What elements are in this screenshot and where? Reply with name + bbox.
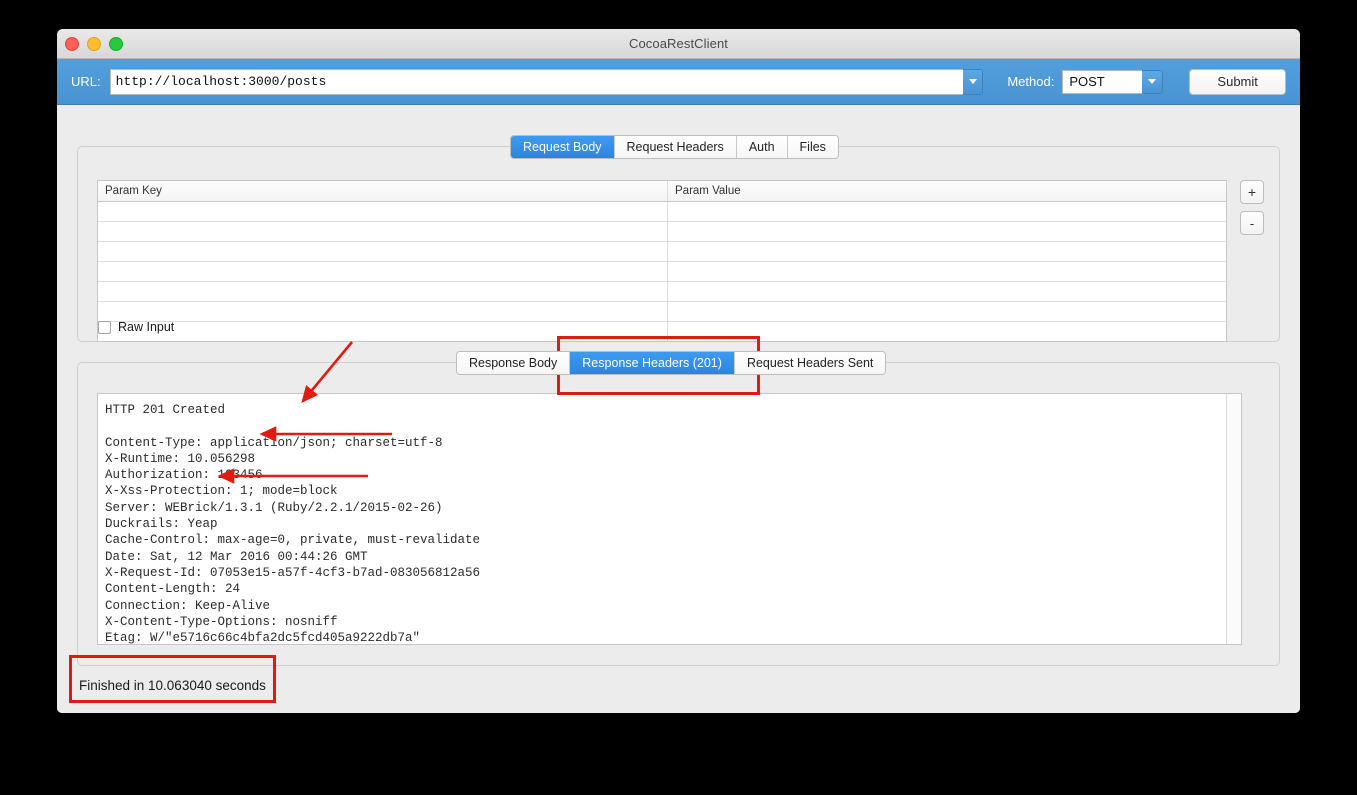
table-row[interactable] <box>98 302 1226 322</box>
table-row[interactable] <box>98 322 1226 341</box>
table-row[interactable] <box>98 282 1226 302</box>
response-tab-bar: Response Body Response Headers (201) Req… <box>456 351 887 375</box>
method-select-value: POST <box>1062 69 1143 94</box>
chevron-down-icon <box>968 79 977 84</box>
param-key-cell[interactable] <box>98 322 668 341</box>
param-value-cell[interactable] <box>668 242 1226 261</box>
param-key-cell[interactable] <box>98 222 668 241</box>
url-toolbar: URL: http://localhost:3000/posts Method:… <box>57 59 1300 105</box>
tab-request-body[interactable]: Request Body <box>511 136 615 158</box>
screen: CocoaRestClient URL: http://localhost:30… <box>0 0 1357 795</box>
response-scrollbar[interactable] <box>1226 394 1241 644</box>
response-headers-text: HTTP 201 Created Content-Type: applicati… <box>105 403 481 644</box>
param-key-cell[interactable] <box>98 262 668 281</box>
table-row[interactable] <box>98 242 1226 262</box>
request-panel: Param Key Param Value + - Raw Input <box>77 146 1280 342</box>
url-label: URL: <box>71 74 101 89</box>
tab-files[interactable]: Files <box>787 136 838 158</box>
url-input[interactable]: http://localhost:3000/posts <box>109 68 964 95</box>
table-row[interactable] <box>98 202 1226 222</box>
minimize-button[interactable] <box>87 36 101 51</box>
table-row[interactable] <box>98 222 1226 242</box>
column-header-param-value[interactable]: Param Value <box>668 181 1226 201</box>
param-key-cell[interactable] <box>98 242 668 261</box>
tab-request-headers-sent[interactable]: Request Headers Sent <box>734 352 886 374</box>
raw-input-row[interactable]: Raw Input <box>98 320 174 334</box>
traffic-lights <box>65 29 123 58</box>
param-value-cell[interactable] <box>668 202 1226 221</box>
param-key-cell[interactable] <box>98 302 668 321</box>
close-button[interactable] <box>65 36 79 51</box>
param-key-cell[interactable] <box>98 202 668 221</box>
tab-auth[interactable]: Auth <box>736 136 788 158</box>
window-title: CocoaRestClient <box>628 36 729 51</box>
table-row[interactable] <box>98 262 1226 282</box>
submit-button[interactable]: Submit <box>1189 68 1286 95</box>
raw-input-label: Raw Input <box>118 320 175 334</box>
param-value-cell[interactable] <box>668 282 1226 301</box>
tab-response-headers[interactable]: Response Headers (201) <box>570 352 735 374</box>
response-panel: HTTP 201 Created Content-Type: applicati… <box>77 362 1280 666</box>
request-tab-bar: Request Body Request Headers Auth Files <box>510 135 839 159</box>
param-table: Param Key Param Value <box>97 180 1227 342</box>
add-param-button[interactable]: + <box>1240 180 1264 204</box>
method-select[interactable]: POST <box>1062 69 1164 94</box>
url-history-dropdown-button[interactable] <box>963 68 984 95</box>
table-header-row: Param Key Param Value <box>98 181 1226 202</box>
tab-response-body[interactable]: Response Body <box>457 352 571 374</box>
method-label: Method: <box>1007 74 1055 89</box>
status-bar-text: Finished in 10.063040 seconds <box>79 678 266 693</box>
tab-request-headers[interactable]: Request Headers <box>614 136 737 158</box>
column-header-param-key[interactable]: Param Key <box>98 181 668 201</box>
method-dropdown-button[interactable] <box>1142 69 1164 94</box>
raw-input-checkbox[interactable] <box>98 320 111 334</box>
param-value-cell[interactable] <box>668 262 1226 281</box>
param-value-cell[interactable] <box>668 222 1226 241</box>
chevron-down-icon <box>1148 79 1157 84</box>
app-window: CocoaRestClient URL: http://localhost:30… <box>57 29 1300 713</box>
param-key-cell[interactable] <box>98 282 668 301</box>
zoom-button[interactable] <box>109 36 123 51</box>
titlebar: CocoaRestClient <box>57 29 1300 59</box>
response-text-area[interactable]: HTTP 201 Created Content-Type: applicati… <box>97 393 1242 645</box>
content-area: Request Body Request Headers Auth Files … <box>57 105 1300 713</box>
param-value-cell[interactable] <box>668 322 1226 341</box>
param-value-cell[interactable] <box>668 302 1226 321</box>
remove-param-button[interactable]: - <box>1240 211 1264 235</box>
